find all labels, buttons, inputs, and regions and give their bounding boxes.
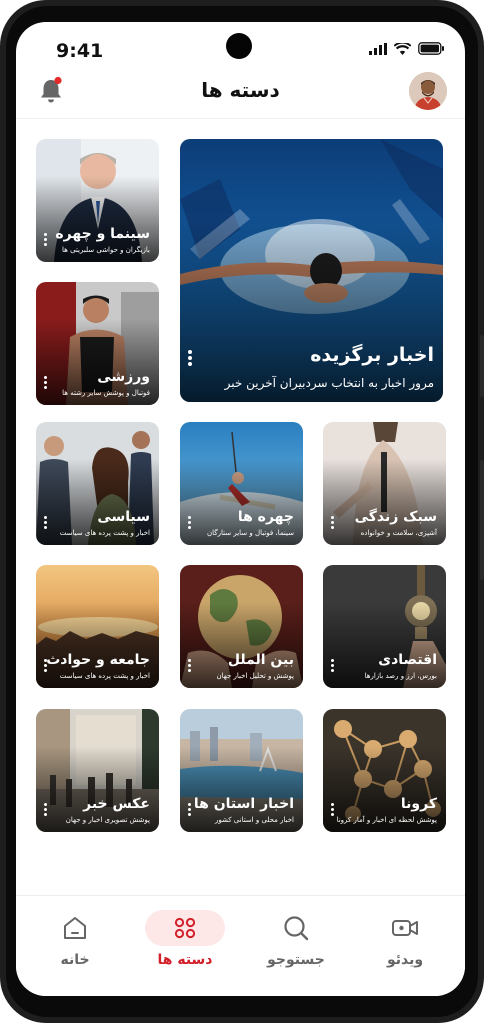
more-options-icon[interactable]	[44, 376, 48, 389]
categories-icon	[174, 917, 196, 939]
category-title: چهره ها	[237, 509, 294, 525]
category-card-provinces[interactable]: اخبار استان ها اخبار محلی و استانی کشور	[180, 709, 303, 832]
category-subtitle: اخبار محلی و استانی کشور	[214, 816, 294, 824]
video-icon	[392, 920, 418, 936]
category-subtitle: سینما، فوتبال و سایر ستارگان	[207, 529, 294, 537]
category-card-corona[interactable]: کرونا پوشش لحظه ای اخبار و آمار کرونا	[323, 709, 446, 832]
category-card-politics[interactable]: سیاسی اخبار و پشت پرده های سیاست	[36, 422, 159, 545]
nav-label: خانه	[60, 952, 90, 968]
user-avatar[interactable]	[409, 72, 447, 110]
nav-item-search[interactable]: جستوجو	[251, 910, 341, 980]
nav-item-home[interactable]: خانه	[30, 910, 120, 980]
status-bar: 9:41	[16, 22, 465, 78]
category-card-society[interactable]: جامعه و حوادث اخبار و پشت پرده های سیاست	[36, 565, 159, 688]
category-title: سبک زندگی	[354, 509, 437, 525]
nav-item-categories[interactable]: دسته ها	[140, 910, 230, 980]
featured-title: اخبار برگزیده	[310, 344, 434, 366]
status-time: 9:41	[56, 40, 104, 62]
category-title: جامعه و حوادث	[46, 652, 150, 668]
wifi-icon	[394, 42, 411, 55]
category-subtitle: فوتبال و پوشش سایر رشته ها	[62, 389, 150, 397]
system-icons	[369, 42, 445, 55]
more-options-icon[interactable]	[44, 659, 48, 672]
more-options-icon[interactable]	[331, 516, 335, 529]
category-card-economy[interactable]: اقتصادی بورس، ارز و رصد بازارها	[323, 565, 446, 688]
category-subtitle: اخبار و پشت پرده های سیاست	[59, 529, 150, 537]
page-title: دسته ها	[201, 78, 280, 102]
category-card-photo-news[interactable]: عکس خبر پوشش تصویری اخبار و جهان	[36, 709, 159, 832]
more-options-icon[interactable]	[331, 659, 335, 672]
battery-icon	[418, 42, 444, 55]
category-card-international[interactable]: بین الملل پوشش و تحلیل اخبار جهان	[180, 565, 303, 688]
nav-label: ویدئو	[386, 952, 424, 968]
volume-button	[480, 335, 484, 397]
category-title: سینما و چهره	[55, 226, 150, 242]
signal-icon	[369, 42, 387, 55]
category-subtitle: آشپزی، سلامت و خوانواده	[360, 529, 437, 537]
more-options-icon[interactable]	[188, 516, 192, 529]
more-options-icon[interactable]	[331, 803, 335, 816]
more-options-icon[interactable]	[44, 516, 48, 529]
category-card-sports[interactable]: ورزشی فوتبال و پوشش سایر رشته ها	[36, 282, 159, 405]
more-options-icon[interactable]	[188, 803, 192, 816]
category-card-cinema[interactable]: سینما و چهره بازیگران و حواشی سلبریتی ها	[36, 139, 159, 262]
bottom-navigation: ویدئو جستوجو دسته ها خانه	[16, 895, 465, 996]
category-card-lifestyle[interactable]: سبک زندگی آشپزی، سلامت و خوانواده	[323, 422, 446, 545]
search-icon	[284, 916, 309, 941]
more-options-icon[interactable]	[188, 659, 192, 672]
more-options-icon[interactable]	[44, 803, 48, 816]
app-screen: 9:41 دسته ها اخبار برگزیده مرور اخبار به…	[16, 22, 465, 996]
more-options-icon[interactable]	[188, 350, 192, 366]
category-title: سیاسی	[97, 509, 150, 525]
category-title: اقتصادی	[378, 652, 437, 668]
category-subtitle: پوشش تصویری اخبار و جهان	[65, 816, 150, 824]
category-card-celebrities[interactable]: چهره ها سینما، فوتبال و سایر ستارگان	[180, 422, 303, 545]
home-icon	[64, 917, 86, 939]
featured-news-card[interactable]: اخبار برگزیده مرور اخبار به انتخاب سردبی…	[180, 139, 443, 402]
featured-subtitle: مرور اخبار به انتخاب سردبیران آخرین خبر	[224, 376, 434, 390]
category-subtitle: بازیگران و حواشی سلبریتی ها	[62, 246, 150, 254]
nav-label: دسته ها	[157, 952, 213, 968]
category-title: بین الملل	[227, 652, 294, 668]
category-title: کرونا	[400, 796, 437, 812]
category-subtitle: پوشش لحظه ای اخبار و آمار کرونا	[336, 816, 437, 824]
category-title: ورزشی	[97, 369, 150, 385]
front-camera	[226, 33, 252, 59]
nav-item-video[interactable]: ویدئو	[360, 910, 450, 980]
category-title: اخبار استان ها	[193, 796, 294, 812]
header-divider	[16, 118, 465, 119]
power-button	[480, 460, 484, 580]
app-header: دسته ها	[16, 72, 465, 118]
nav-label: جستوجو	[267, 952, 325, 968]
category-subtitle: اخبار و پشت پرده های سیاست	[59, 672, 150, 680]
category-subtitle: پوشش و تحلیل اخبار جهان	[216, 672, 294, 680]
phone-frame: 9:41 دسته ها اخبار برگزیده مرور اخبار به…	[0, 0, 484, 1023]
category-title: عکس خبر	[83, 796, 150, 812]
more-options-icon[interactable]	[44, 233, 48, 246]
category-subtitle: بورس، ارز و رصد بازارها	[364, 672, 437, 680]
